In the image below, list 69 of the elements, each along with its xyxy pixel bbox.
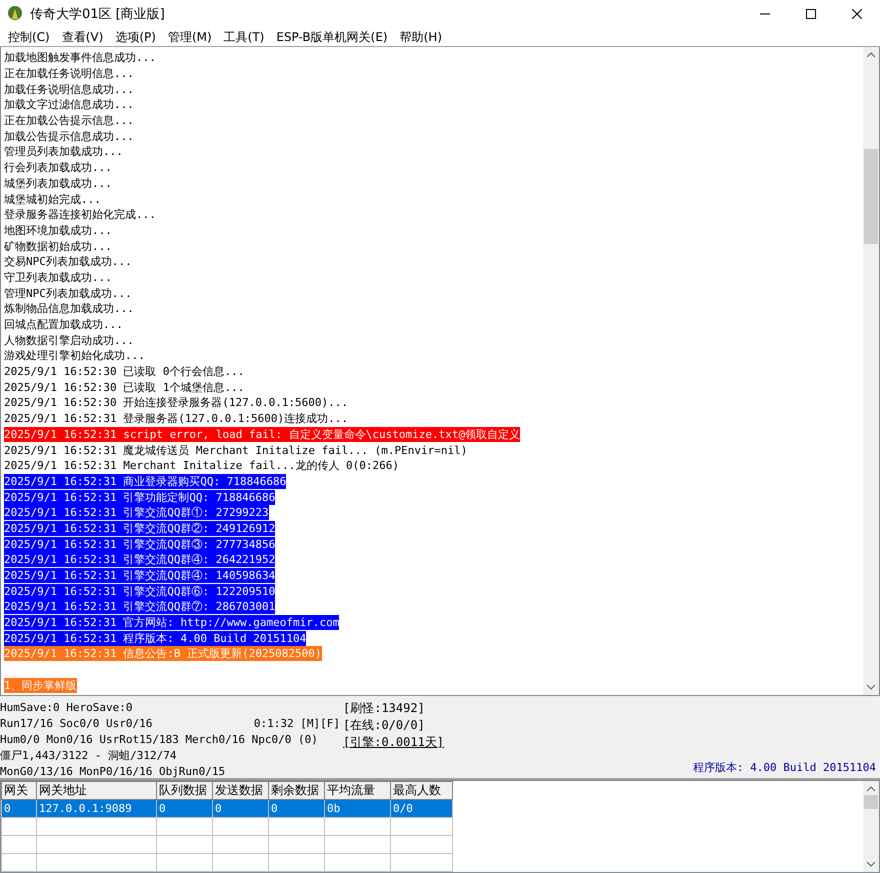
window-title: 传奇大学01区 [商业版] <box>30 6 166 23</box>
menu-item[interactable]: 选项(P) <box>109 28 162 46</box>
log-line: 城堡列表加载成功... <box>4 176 112 191</box>
table-cell: 0 <box>156 800 212 818</box>
table-cell: 0 <box>268 800 324 818</box>
column-header[interactable]: 网关 <box>2 782 36 800</box>
column-header[interactable]: 剩余数据 <box>268 782 324 800</box>
scrollbar[interactable] <box>863 781 879 872</box>
engine-link[interactable]: [引擎:0.0011天] <box>343 734 444 751</box>
close-icon <box>852 9 862 19</box>
log-line: 交易NPC列表加载成功... <box>4 254 132 270</box>
log-line: 2025/9/1 16:52:30 已读取 0个行会信息... <box>4 364 244 380</box>
menu-item[interactable]: 查看(V) <box>56 28 110 46</box>
status-text: Run17/16 Soc0/0 Usr0/16 <box>0 716 152 732</box>
menu-item[interactable]: 工具(T) <box>218 28 270 46</box>
log-line: 游戏处理引擎初始化成功... <box>4 348 145 364</box>
table-cell: 127.0.0.1:9089 <box>36 800 156 818</box>
log-line: 地图环境加载成功... <box>4 222 112 238</box>
app-icon <box>6 5 24 23</box>
maximize-icon <box>806 9 816 19</box>
log-line: 加载任务说明信息成功... <box>4 82 134 97</box>
log-line: 2025/9/1 16:52:31 Merchant Initalize fail...龙的传人 0(0:266) <box>4 458 399 474</box>
status-text: 僵尸1,443/3122 - 洞蛆/312/74 <box>0 748 176 764</box>
column-header[interactable]: 平均流量 <box>324 782 390 800</box>
log-line: 2025/9/1 16:52:30 已读取 1个城堡信息... <box>4 380 244 395</box>
table-cell: 0b <box>324 800 390 818</box>
scroll-down-icon[interactable] <box>867 683 875 691</box>
scroll-thumb[interactable] <box>864 795 878 809</box>
table-cell: 0 <box>212 800 268 818</box>
scroll-up-icon[interactable] <box>867 51 875 59</box>
column-header[interactable]: 最高人数 <box>390 782 452 800</box>
column-header[interactable]: 队列数据 <box>156 782 212 800</box>
log-line: 城堡城初始完成... <box>4 192 101 207</box>
log-line: 加载公告提示信息成功... <box>4 128 134 144</box>
log-line: 管理NPC列表加载成功... <box>4 286 132 301</box>
version-text: 程序版本: 4.00 Build 20151104 <box>692 760 876 776</box>
log-line: 炼制物品信息加载成功... <box>4 301 134 316</box>
log-line: 加载地图触发事件信息成功... <box>4 50 156 66</box>
menu-item[interactable]: 控制(C) <box>2 28 56 46</box>
column-header[interactable]: 发送数据 <box>212 782 268 800</box>
table-cell: 0 <box>2 800 36 818</box>
log-line: 守卫列表加载成功... <box>4 270 112 285</box>
log-line: 加载文字过滤信息成功... <box>4 97 134 112</box>
scroll-down-icon[interactable] <box>867 860 875 868</box>
log-line: 2025/9/1 16:52:30 开始连接登录服务器(127.0.0.1:5600)... <box>4 395 348 410</box>
status-text: HumSave:0 HeroSave:0 <box>0 700 132 716</box>
counter-text: [在线:0/0/0] <box>343 717 425 734</box>
menu-item[interactable]: 帮助(H) <box>394 28 448 46</box>
log-line: 管理员列表加载成功... <box>4 144 123 160</box>
menu-item[interactable]: ESP-B版单机网关(E) <box>270 28 394 46</box>
log-line: 行会列表加载成功... <box>4 160 112 176</box>
uptime-text: 0:1:32 [M][F] <box>254 716 340 732</box>
log-line: 2025/9/1 16:52:31 魔龙城传送员 Merchant Initalize fail... (m.PEnvir=nil) <box>4 442 468 458</box>
menu-item[interactable]: 管理(M) <box>162 28 218 46</box>
counter-text: [刷怪:13492] <box>343 700 425 717</box>
scroll-thumb[interactable] <box>864 149 878 244</box>
log-line: 正在加载任务说明信息... <box>4 66 134 82</box>
log-line: 矿物数据初始成功... <box>4 238 112 254</box>
scrollbar[interactable] <box>863 47 879 695</box>
status-text: Hum0/0 Mon0/16 UsrRot15/183 Merch0/16 Npc0/0 (0) <box>0 732 318 748</box>
log-line: 回城点配置加载成功... <box>4 317 123 332</box>
log-line: 登录服务器连接初始化完成... <box>4 207 156 222</box>
log-line: 正在加载公告提示信息... <box>4 113 134 128</box>
log-line: 人物数据引擎启动成功... <box>4 332 134 348</box>
scroll-up-icon[interactable] <box>867 785 875 793</box>
table-cell: 0/0 <box>390 800 452 818</box>
log-line: 2025/9/1 16:52:31 登录服务器(127.0.0.1:5600)连接成功... <box>4 411 348 426</box>
column-header[interactable]: 网关地址 <box>36 782 156 800</box>
status-text: MonG0/13/16 MonP0/16/16 ObjRun0/15 <box>0 764 226 780</box>
